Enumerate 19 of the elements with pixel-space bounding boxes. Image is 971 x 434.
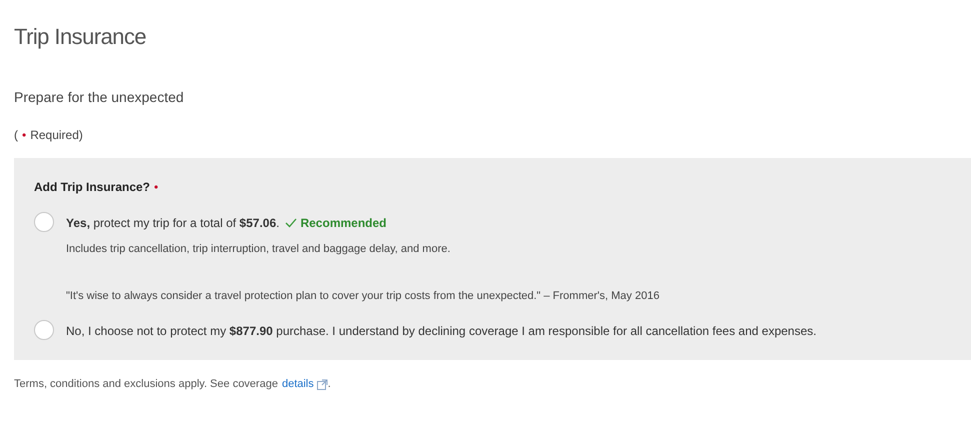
required-note: Required) (30, 127, 83, 144)
recommended-label: Recommended (300, 215, 386, 232)
question-label: Add Trip Insurance? (34, 179, 150, 196)
section-subtitle: Prepare for the unexpected (14, 88, 184, 107)
external-link-icon (316, 378, 328, 390)
terms-text: Terms, conditions and exclusions apply. See coverage (14, 377, 278, 392)
period-text: . (328, 377, 331, 392)
check-icon (285, 218, 298, 228)
option-description: "It's wise to always consider a travel protection plan to cover your trip costs from the unexpected." – Frommer's, May 2016 (66, 288, 660, 304)
radio-button[interactable] (34, 320, 54, 340)
page-title: Trip Insurance (14, 23, 146, 51)
radio-button[interactable] (34, 212, 54, 232)
option-text: No, I choose not to protect my $877.90 purchase. I understand by declining coverage I am responsible for all cancellation fees and expenses. (66, 323, 816, 340)
option-text: Yes, protect my trip for a total of $57.06. (66, 215, 280, 232)
required-mark: • (22, 127, 26, 144)
details-link[interactable]: details (282, 376, 314, 392)
required-mark: • (154, 179, 158, 196)
bracket-text: ( (14, 127, 18, 144)
option-description: Includes trip cancellation, trip interruption, travel and baggage delay, and more. (66, 242, 450, 257)
